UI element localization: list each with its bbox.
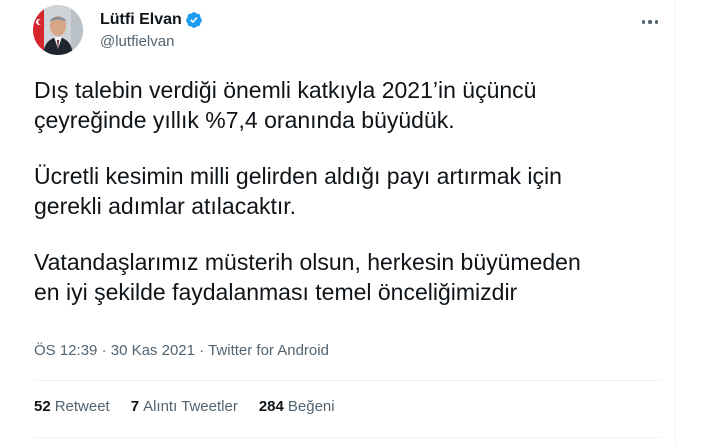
retweets-stat[interactable]: 52 Retweet [34,397,110,417]
verified-badge-icon [185,11,203,29]
retweet-count: 52 [34,398,51,415]
tweet-paragraph: Ücretli kesimin milli gelirden aldığı pa… [34,161,654,221]
more-dot-icon [654,20,659,24]
quote-count: 7 [130,398,140,415]
avatar[interactable] [33,5,83,55]
tweet-line: Vatandaşlarımız müsterih olsun, herkesin… [34,249,581,275]
tweet-line: Ücretli kesimin milli gelirden aldığı pa… [34,163,562,189]
tweet-time-link[interactable]: ÖS 12:39 · 30 Kas 2021 [34,342,195,359]
author-handle[interactable]: @lutfielvan [100,32,174,52]
divider [34,437,660,438]
tweet-line: gerekli adımlar atılacaktır. [34,193,297,219]
tweet-paragraph: Dış talebin verdiği önemli katkıyla 2021… [34,75,654,135]
like-count: 284 [258,398,284,415]
tweet-line: Dış talebin verdiği önemli katkıyla 2021… [34,77,537,103]
quote-tweets-stat[interactable]: 7 Alıntı Tweetler [131,397,238,417]
meta-separator: · [199,342,205,359]
tweet-time: ÖS 12:39 [34,342,98,359]
tweet-card: Lütfi Elvan @lutfielvan Dış talebin verd… [0,0,676,446]
tweet-paragraph: Vatandaşlarımız müsterih olsun, herkesin… [34,247,654,307]
meta-separator: · [101,342,107,359]
tweet-metadata: ÖS 12:39 · 30 Kas 2021 · Twitter for And… [34,341,329,361]
engagement-stats: 52 Retweet 7 Alıntı Tweetler 284 Beğeni [34,397,335,417]
tweet-line: çeyreğinde yıllık %7,4 oranında büyüdük. [34,107,455,133]
more-options-button[interactable] [636,12,664,32]
tweet-source-link[interactable]: Twitter for Android [208,342,329,359]
tweet-line: en iyi şekilde faydalanması temel önceli… [34,279,518,305]
tweet-date: 30 Kas 2021 [110,342,195,359]
like-label: Beğeni [287,398,335,415]
author-display-name[interactable]: Lütfi Elvan [100,10,182,30]
likes-stat[interactable]: 284 Beğeni [259,397,335,417]
quote-label: Alıntı Tweetler [143,398,238,415]
more-dot-icon [648,20,652,24]
tweet-text: Dış talebin verdiği önemli katkıyla 2021… [34,75,654,333]
author-name-row: Lütfi Elvan [100,10,203,30]
retweet-label: Retweet [54,398,110,415]
more-dot-icon [641,20,646,24]
column-border [675,0,676,446]
avatar-image [33,5,83,55]
divider [34,380,660,381]
